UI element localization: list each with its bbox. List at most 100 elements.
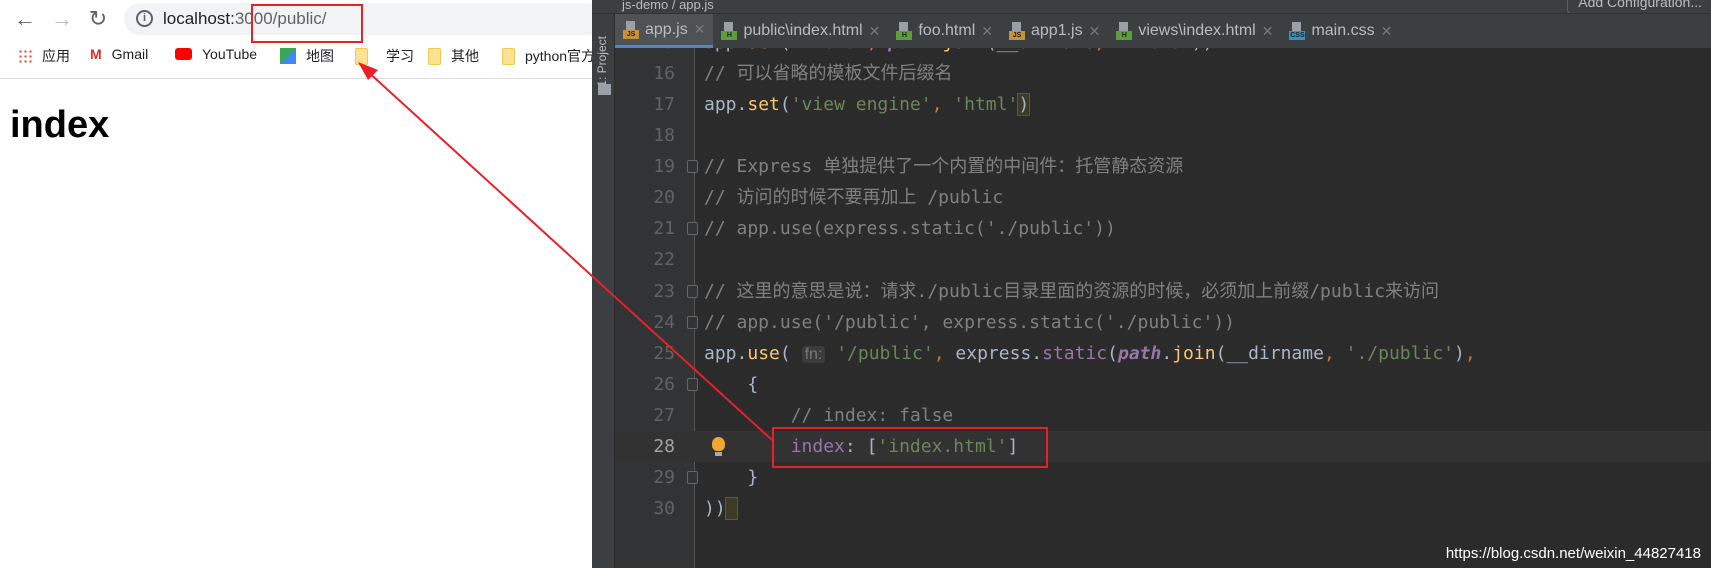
code-text: // index: false (704, 400, 954, 431)
code-line[interactable]: 19 // Express 单独提供了一个内置的中间件：托管静态资源 (615, 151, 1711, 182)
code-token: 'html' (953, 94, 1019, 116)
code-token: // 可以省略的模板文件后缀名 (704, 63, 953, 85)
code-line[interactable]: 23 // 这里的意思是说：请求./public目录里面的资源的时候，必须加上前缀… (615, 276, 1711, 307)
info-icon[interactable]: i (136, 10, 153, 27)
bookmark-label: YouTube (202, 46, 258, 62)
code-token: // 这里的意思是说：请求./public目录里面的资源的时候，必须加上前缀/p… (704, 280, 1440, 302)
code-token: // app.use(express.static('./public')) (704, 218, 1116, 240)
close-tab-icon[interactable]: ✕ (869, 23, 881, 40)
folder-icon[interactable] (598, 84, 611, 95)
youtube-icon (175, 48, 192, 60)
tab-app-js[interactable]: JS app.js ✕ (615, 14, 714, 48)
fold-marker-icon[interactable] (687, 315, 698, 329)
code-token: ( (779, 342, 802, 364)
code-line[interactable]: 25 app.use( fn: '/public', express.static… (615, 338, 1711, 369)
breadcrumb[interactable]: js-demo / app.js (622, 0, 714, 12)
code-token: './public' (1345, 342, 1454, 364)
back-arrow-icon[interactable]: ← (13, 6, 37, 32)
code-line[interactable]: 17 app.set('view engine', 'html') (615, 89, 1711, 120)
forward-arrow-icon[interactable]: → (50, 6, 74, 32)
fold-marker-icon[interactable] (687, 222, 698, 236)
code-token: , (1464, 342, 1476, 364)
code-line[interactable]: 20 // 访问的时候不要再加上 /public (615, 182, 1711, 213)
tab-views-index-html[interactable]: Hviews\index.html ✕ (1108, 14, 1281, 48)
code-token: } (704, 466, 759, 488)
address-bar[interactable]: i localhost:3000/public/ (124, 3, 604, 35)
add-configuration-button[interactable]: Add Configuration... (1567, 0, 1711, 13)
fold-marker-icon[interactable] (687, 160, 698, 174)
bookmark-maps[interactable]: 地图 (280, 46, 334, 66)
line-number: 18 (653, 125, 675, 147)
close-tab-icon[interactable]: ✕ (694, 21, 706, 38)
bookmark-apps[interactable]: 应用 (18, 46, 70, 66)
code-token: , (931, 94, 954, 116)
file-js-icon: JS (1009, 22, 1025, 40)
code-token: ( (779, 94, 791, 116)
code-token: set (747, 94, 780, 116)
url-host: localhost: (163, 9, 235, 28)
fold-marker-icon[interactable] (687, 284, 698, 298)
bookmark-folder-python[interactable]: python官方 (502, 46, 595, 66)
line-number: 25 (653, 342, 675, 364)
bookmark-label: 其他 (451, 48, 479, 64)
code-token: 'index.html' (877, 435, 1008, 457)
bookmark-label: 地图 (306, 48, 334, 64)
code-editor[interactable]: 15app.set('views', path.join(__dirname, … (615, 27, 1711, 524)
code-line[interactable]: 18 (615, 120, 1711, 151)
fold-marker-icon[interactable] (687, 470, 698, 484)
bookmark-gmail[interactable]: M Gmail (90, 46, 148, 62)
line-number: 21 (653, 218, 675, 240)
url-text[interactable]: localhost:3000/public/ (163, 9, 327, 29)
bookmark-youtube[interactable]: YouTube (175, 46, 257, 62)
code-line[interactable]: 24 // app.use('/public', express.static('… (615, 307, 1711, 338)
file-js-icon: JS (623, 20, 639, 39)
code-line[interactable]: 30)) (615, 493, 1711, 524)
line-number: 17 (653, 94, 675, 116)
project-tool-button[interactable]: 1: Project (595, 36, 609, 87)
bookmark-folder-study[interactable]: 学习 (355, 46, 414, 66)
line-number: 27 (653, 404, 675, 426)
code-token: join (1172, 342, 1216, 364)
tab-main-css[interactable]: CSS main.css ✕ (1281, 14, 1400, 48)
code-token: path (1118, 342, 1162, 364)
bookmark-folder-other[interactable]: 其他 (428, 46, 479, 66)
code-text: // Express 单独提供了一个内置的中间件：托管静态资源 (704, 151, 1183, 182)
close-tab-icon[interactable]: ✕ (1262, 23, 1274, 40)
code-text: } (704, 462, 758, 493)
fold-marker-icon[interactable] (687, 377, 698, 391)
tab-label: foo.html (918, 22, 976, 39)
tab-foo-html[interactable]: Hfoo.html ✕ (888, 14, 1001, 48)
apps-grid-icon (18, 49, 32, 63)
line-number: 19 (653, 156, 675, 178)
code-line[interactable]: 26 { (615, 369, 1711, 400)
code-line[interactable]: 22 (615, 244, 1711, 275)
close-tab-icon[interactable]: ✕ (1089, 23, 1101, 40)
tab-app1-js[interactable]: JS app1.js ✕ (1001, 14, 1108, 48)
tab-public-index-html[interactable]: Hpublic\index.html ✕ (713, 14, 888, 48)
code-line[interactable]: 21 // app.use(express.static('./public')) (615, 213, 1711, 244)
toolbar-divider (0, 78, 594, 79)
close-tab-icon[interactable]: ✕ (981, 23, 993, 40)
code-line[interactable]: 29 } (615, 462, 1711, 493)
file-css-icon: CSS (1289, 22, 1306, 40)
code-text: index: ['index.html'] (704, 431, 1019, 462)
url-path: 3000/public/ (234, 9, 327, 28)
navigation-bar: js-demo / app.js Add Configuration... (592, 0, 1711, 14)
code-line[interactable]: 28 index: ['index.html'] (615, 430, 1711, 462)
code-line[interactable]: 16 // 可以省略的模板文件后缀名 (615, 58, 1711, 89)
code-token: ) (1454, 342, 1465, 364)
tab-label: app1.js (1031, 22, 1083, 39)
close-tab-icon[interactable]: ✕ (1381, 23, 1393, 40)
code-line[interactable]: 27 // index: false (615, 400, 1711, 431)
browser-toolbar: ← → ↻ i localhost:3000/public/ (0, 0, 604, 38)
line-number: 29 (653, 466, 675, 488)
code-text: app.use( fn: '/public', express.static(p… (704, 338, 1476, 370)
code-token: app. (704, 342, 748, 364)
reload-icon[interactable]: ↻ (86, 6, 110, 32)
code-token: 'view engine' (790, 94, 932, 116)
folder-icon (428, 47, 441, 65)
code-token: express. (955, 342, 1043, 364)
code-text: // 可以省略的模板文件后缀名 (704, 58, 953, 89)
code-token: )) (704, 497, 726, 519)
